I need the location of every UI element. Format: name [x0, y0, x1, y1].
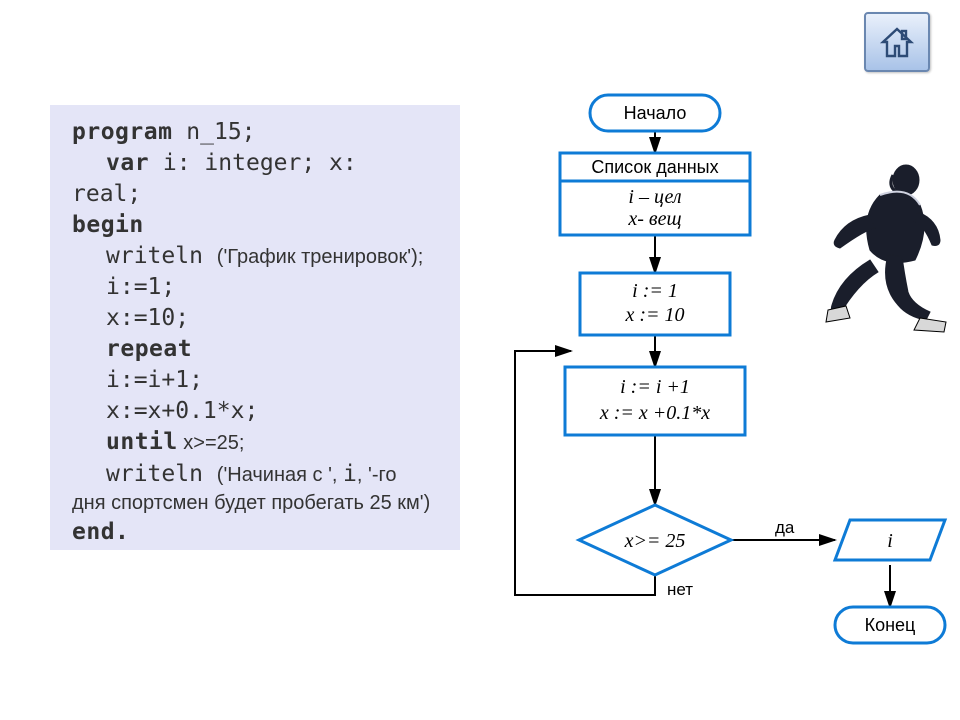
- code-writeln2: writeln: [106, 461, 217, 487]
- code-i1: i:=1;: [106, 274, 175, 300]
- kw-begin: begin: [72, 212, 144, 238]
- code-inc-x: x:=x+0.1*x;: [106, 398, 258, 424]
- code-x10: x:=10;: [106, 305, 189, 331]
- kw-end: end.: [72, 519, 129, 545]
- runner-icon: [810, 160, 950, 340]
- svg-text:x- вещ: x- вещ: [627, 208, 681, 230]
- code-writeln1: writeln: [106, 243, 217, 269]
- flow-data-x: x- вещ: [627, 208, 681, 230]
- flow-end: Конец: [835, 607, 945, 643]
- code-program-name: n_15;: [172, 119, 255, 145]
- flow-no-label: нет: [667, 580, 693, 599]
- code-inc-i: i:=i+1;: [106, 367, 203, 393]
- flow-data-block: Список данных i – цел x- вещ: [560, 153, 750, 235]
- svg-text:i := i +1: i := i +1: [620, 376, 690, 398]
- code-var-decl: i: integer; x:: [149, 150, 357, 176]
- svg-text:i – цел: i – цел: [628, 186, 681, 208]
- code-writeln1-arg: ('График тренировок');: [217, 246, 424, 268]
- flow-data-title: Список данных: [591, 157, 718, 177]
- flow-loop-x: x := x +0.1*x: [599, 402, 710, 424]
- code-writeln2-i: i: [343, 461, 357, 487]
- code-writeln2-l2: дня спортсмен будет пробегать 25 км'): [72, 490, 450, 517]
- svg-text:i: i: [887, 530, 893, 552]
- kw-program: program: [72, 119, 172, 145]
- flow-cond: x>= 25: [624, 530, 686, 552]
- code-writeln2-a2: , '-го: [357, 464, 397, 486]
- code-panel: program n_15; var i: integer; x: real; b…: [50, 105, 460, 550]
- flow-output: i: [835, 520, 945, 560]
- flow-loop-i: i := i +1: [620, 376, 690, 398]
- home-button[interactable]: [864, 12, 930, 72]
- flow-init-x: x := 10: [624, 304, 684, 326]
- svg-text:x>= 25: x>= 25: [624, 530, 686, 552]
- code-real: real;: [72, 181, 141, 207]
- house-icon: [879, 24, 915, 60]
- kw-repeat: repeat: [106, 336, 192, 362]
- code-until-cond: x>=25;: [178, 432, 245, 454]
- flow-init-block: i := 1 x := 10: [580, 273, 730, 335]
- flow-yes-label: да: [775, 518, 795, 537]
- flow-output-i: i: [887, 530, 893, 552]
- kw-until: until: [106, 429, 178, 455]
- svg-text:i := 1: i := 1: [632, 280, 678, 302]
- svg-text:x := 10: x := 10: [624, 304, 684, 326]
- code-writeln2-a1: ('Начиная с ',: [217, 464, 343, 486]
- flow-start-label: Начало: [624, 103, 687, 123]
- flow-init-i: i := 1: [632, 280, 678, 302]
- flow-loop-block: i := i +1 x := x +0.1*x: [565, 367, 745, 435]
- kw-var: var: [106, 150, 149, 176]
- flow-end-label: Конец: [865, 615, 916, 635]
- flow-decision: x>= 25: [579, 505, 731, 575]
- flow-data-i: i – цел: [628, 186, 681, 208]
- svg-text:x := x +0.1*x: x := x +0.1*x: [599, 402, 710, 424]
